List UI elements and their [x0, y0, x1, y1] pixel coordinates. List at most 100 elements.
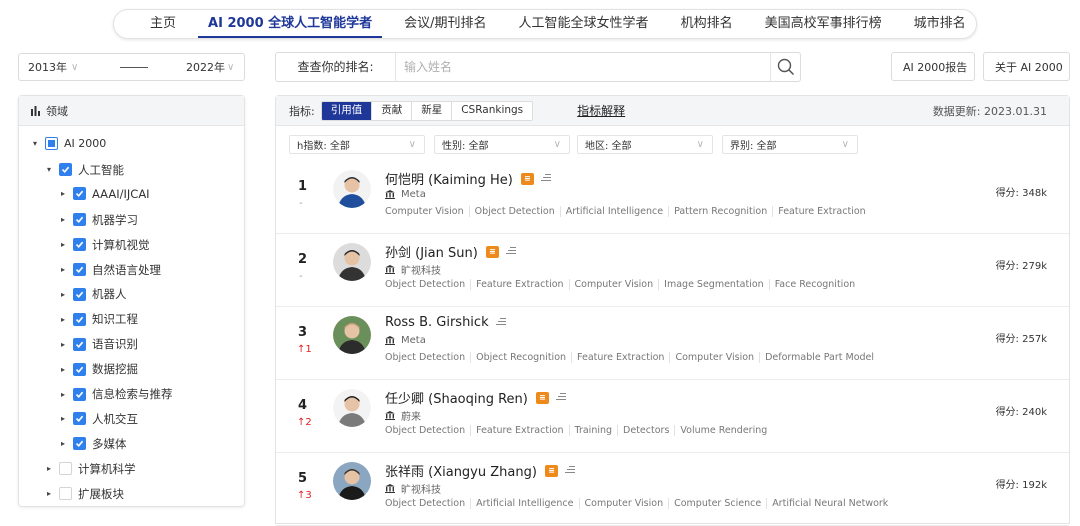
tab-us-military-ranking[interactable]: 美国高校军事排行榜 [765, 10, 882, 38]
research-tag[interactable]: Detectors [617, 425, 674, 436]
avatar[interactable] [333, 170, 371, 208]
ai2000-report-button[interactable]: AI 2000报告 [891, 52, 975, 81]
research-tag[interactable]: Feature Extraction [470, 425, 568, 436]
checkbox[interactable] [59, 487, 72, 501]
tree-item[interactable]: ▾ AI 2000 [33, 137, 106, 150]
checkbox[interactable] [73, 337, 86, 351]
end-year-select[interactable]: 2022年 [186, 59, 225, 75]
caret-right-icon[interactable]: ▸ [61, 365, 73, 374]
research-tag[interactable]: Image Segmentation [658, 279, 769, 290]
research-tag[interactable]: Object Detection [468, 206, 560, 217]
avatar[interactable] [333, 316, 371, 354]
research-tag[interactable]: Artificial Neural Network [766, 498, 893, 509]
caret-down-icon[interactable]: ▾ [47, 165, 59, 174]
research-tag[interactable]: Feature Extraction [571, 352, 669, 363]
research-tag[interactable]: Deformable Part Model [759, 352, 879, 363]
filter-sector[interactable]: 界别: 全部 ∨ [722, 135, 858, 154]
research-tag[interactable]: Face Recognition [768, 279, 860, 290]
profile-badge-icon[interactable]: ≡ [544, 464, 558, 477]
tree-item[interactable]: ▸ 扩展板块 [47, 486, 124, 502]
checkbox[interactable] [73, 362, 86, 376]
list-icon[interactable] [495, 318, 506, 327]
ranking-row[interactable]: 1 - 何恺明 (Kaiming He) ≡ Meta Computer Vision Ob… [276, 162, 1069, 234]
scholar-name[interactable]: Ross B. Girshick [385, 315, 506, 330]
research-tag[interactable]: Feature Extraction [470, 279, 568, 290]
research-tag[interactable]: Computer Vision [568, 279, 659, 290]
filter-region[interactable]: 地区: 全部 ∨ [577, 135, 713, 154]
avatar[interactable] [333, 462, 371, 500]
tree-item[interactable]: ▸ 人机交互 [61, 411, 138, 427]
metric-tab-contribution[interactable]: 贡献 [371, 101, 412, 120]
research-tag[interactable]: Object Recognition [470, 352, 571, 363]
research-tag[interactable]: Computer Vision [385, 206, 469, 217]
tab-ai2000-scholars[interactable]: AI 2000 全球人工智能学者 [198, 10, 383, 38]
metric-tab-citations[interactable]: 引用值 [321, 101, 372, 120]
ranking-row[interactable]: 4 ↑2 任少卿 (Shaoqing Ren) ≡ 蔚来 Object Detection… [276, 381, 1069, 453]
checkbox[interactable] [73, 312, 86, 326]
research-tag[interactable]: Computer Vision [669, 352, 759, 363]
tree-item[interactable]: ▸ 机器人 [61, 286, 127, 302]
checkbox[interactable] [73, 238, 86, 252]
caret-right-icon[interactable]: ▸ [61, 340, 73, 349]
search-button[interactable] [770, 53, 800, 81]
ranking-row[interactable]: 3 ↑1 Ross B. Girshick Meta Object Detection O… [276, 308, 1069, 380]
scholar-name[interactable]: 何恺明 (Kaiming He) ≡ [385, 169, 551, 188]
about-ai2000-button[interactable]: ? 关于 AI 2000 [983, 52, 1070, 81]
research-tag[interactable]: Pattern Recognition [668, 206, 772, 217]
checkbox[interactable] [73, 213, 86, 227]
checkbox[interactable] [73, 387, 86, 401]
caret-right-icon[interactable]: ▸ [47, 464, 59, 473]
caret-right-icon[interactable]: ▸ [61, 265, 73, 274]
research-tag[interactable]: Training [568, 425, 618, 436]
caret-right-icon[interactable]: ▸ [61, 240, 73, 249]
list-icon[interactable] [555, 393, 566, 402]
checkbox[interactable] [59, 462, 72, 476]
research-tag[interactable]: Feature Extraction [772, 206, 870, 217]
caret-right-icon[interactable]: ▸ [61, 189, 73, 198]
research-tag[interactable]: Object Detection [385, 498, 470, 509]
caret-right-icon[interactable]: ▸ [61, 414, 73, 423]
checkbox[interactable] [73, 263, 86, 276]
tab-home[interactable]: 主页 [150, 10, 176, 38]
tab-city-ranking[interactable]: 城市排名 [914, 10, 966, 38]
tree-item[interactable]: ▾ 人工智能 [47, 162, 124, 178]
tree-item[interactable]: ▸ 语音识别 [61, 336, 138, 352]
tree-item[interactable]: ▸ AAAI/IJCAI [61, 187, 150, 201]
tree-item[interactable]: ▸ 机器学习 [61, 212, 138, 228]
checkbox[interactable] [73, 412, 86, 426]
tree-item[interactable]: ▸ 信息检索与推荐 [61, 386, 173, 402]
caret-down-icon[interactable]: ▾ [33, 139, 45, 148]
scholar-name[interactable]: 孙剑 (Jian Sun) ≡ [385, 242, 516, 261]
tab-institution-ranking[interactable]: 机构排名 [681, 10, 733, 38]
scholar-name[interactable]: 任少卿 (Shaoqing Ren) ≡ [385, 388, 566, 407]
avatar[interactable] [333, 389, 371, 427]
research-tag[interactable]: Computer Science [668, 498, 766, 509]
checkbox[interactable] [73, 287, 86, 301]
scholar-name[interactable]: 张祥雨 (Xiangyu Zhang) ≡ [385, 461, 575, 480]
checkbox[interactable] [73, 187, 86, 201]
tab-venue-ranking[interactable]: 会议/期刊排名 [404, 10, 486, 38]
research-tag[interactable]: Object Detection [385, 425, 470, 436]
start-year-select[interactable]: 2013年 [28, 59, 67, 75]
research-tag[interactable]: Artificial Intelligence [470, 498, 578, 509]
filter-gender[interactable]: 性别: 全部 ∨ [434, 135, 570, 154]
checkbox[interactable] [73, 437, 86, 451]
name-search-input[interactable] [404, 54, 764, 80]
tree-item[interactable]: ▸ 自然语言处理 [61, 262, 161, 278]
metric-tab-rising-star[interactable]: 新星 [411, 101, 452, 120]
research-tag[interactable]: Volume Rendering [674, 425, 772, 436]
tree-item[interactable]: ▸ 多媒体 [61, 436, 127, 452]
research-tag[interactable]: Object Detection [385, 279, 470, 290]
tree-item[interactable]: ▸ 知识工程 [61, 311, 138, 327]
caret-right-icon[interactable]: ▸ [61, 215, 73, 224]
checkbox[interactable] [45, 137, 58, 150]
profile-badge-icon[interactable]: ≡ [520, 172, 534, 185]
caret-right-icon[interactable]: ▸ [61, 390, 73, 399]
research-tag[interactable]: Computer Vision [578, 498, 669, 509]
research-tag[interactable]: Artificial Intelligence [559, 206, 668, 217]
tree-item[interactable]: ▸ 计算机视觉 [61, 237, 150, 253]
tab-women-scholars[interactable]: 人工智能全球女性学者 [519, 10, 649, 38]
filter-h-index[interactable]: h指数: 全部 ∨ [289, 135, 425, 154]
caret-right-icon[interactable]: ▸ [61, 315, 73, 324]
tree-item[interactable]: ▸ 计算机科学 [47, 461, 136, 477]
